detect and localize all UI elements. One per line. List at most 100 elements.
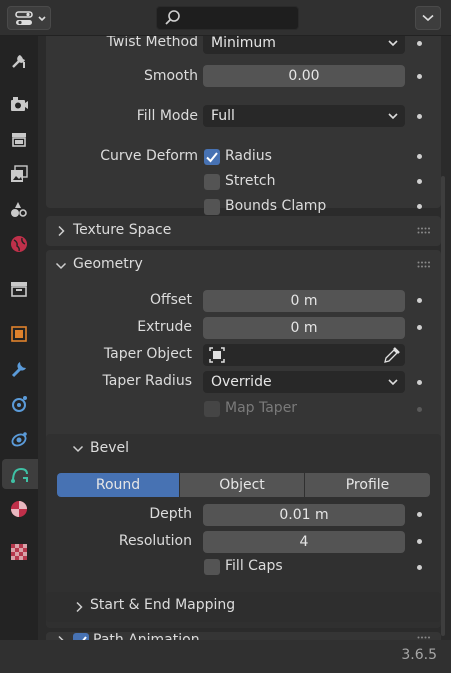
animate-dot[interactable] [417, 565, 422, 570]
depth-field[interactable]: 0.01 m [203, 504, 405, 526]
bevel-mode-object[interactable]: Object [180, 473, 304, 497]
taper-object-field[interactable] [203, 344, 405, 366]
bounds-clamp-label: Bounds Clamp [225, 198, 327, 214]
tab-collection[interactable] [4, 274, 34, 304]
properties-tab-bar [0, 36, 38, 640]
texture-space-panel[interactable]: Texture Space [46, 216, 441, 246]
editor-type-button[interactable] [7, 6, 51, 30]
chevron-right-icon [58, 225, 65, 237]
taper-object-label: Taper Object [103, 346, 192, 362]
bounds-clamp-checkbox[interactable] [204, 199, 220, 215]
geometry-title: Geometry [73, 256, 143, 272]
tab-object[interactable] [4, 319, 34, 349]
scene-icon [11, 202, 27, 217]
curve-deform-label: Curve Deform [100, 148, 198, 164]
particles-icon [12, 396, 27, 412]
tab-render[interactable] [4, 89, 34, 119]
check-icon [82, 636, 87, 640]
chevron-down-icon[interactable] [72, 444, 84, 454]
animate-dot[interactable] [417, 298, 422, 303]
world-icon [11, 236, 27, 252]
chevron-down-icon [388, 379, 398, 386]
radius-checkbox[interactable] [204, 149, 220, 165]
stretch-checkbox[interactable] [204, 174, 220, 190]
twist-method-value: Minimum [211, 36, 276, 51]
chevron-down-icon [388, 113, 398, 120]
animate-dot[interactable] [417, 325, 422, 330]
object-icon [209, 347, 225, 363]
collection-icon [11, 282, 27, 297]
texture-space-title: Texture Space [73, 222, 172, 238]
animate-dot[interactable] [417, 539, 422, 544]
version-label: 3.6.5 [401, 647, 437, 663]
chevron-right-icon [76, 601, 83, 613]
modifier-icon [11, 362, 26, 378]
extrude-field[interactable]: 0 m [203, 317, 405, 339]
tab-physics[interactable] [4, 424, 34, 454]
physics-icon [11, 432, 27, 447]
animate-dot[interactable] [417, 154, 422, 159]
chevron-down-icon[interactable] [55, 261, 67, 271]
animate-dot[interactable] [417, 41, 422, 46]
tab-world[interactable] [4, 229, 34, 259]
fill-mode-label: Fill Mode [136, 108, 198, 124]
tab-material[interactable] [4, 494, 34, 524]
check-icon [206, 152, 218, 163]
smooth-field[interactable]: 0.00 [203, 65, 405, 87]
path-animation-panel[interactable]: Path Animation [46, 632, 441, 640]
view-layer-icon [11, 165, 28, 182]
taper-radius-value: Override [211, 374, 272, 390]
drag-handle-icon[interactable] [417, 261, 431, 269]
taper-radius-dropdown[interactable]: Override [203, 371, 405, 393]
tab-curve-data[interactable] [2, 459, 38, 489]
resolution-field[interactable]: 4 [203, 531, 405, 553]
animate-dot[interactable] [417, 380, 422, 385]
bevel-mode-profile[interactable]: Profile [305, 473, 430, 497]
search-icon [165, 10, 180, 25]
object-icon [11, 326, 27, 342]
animate-dot[interactable] [417, 179, 422, 184]
properties-content: Twist Method Minimum Smooth 0.00 Fill Mo… [38, 36, 451, 640]
search-input[interactable] [156, 6, 299, 30]
eyedropper-icon[interactable] [383, 346, 401, 364]
fill-mode-dropdown[interactable]: Full [203, 105, 405, 127]
options-dropdown-button[interactable] [415, 6, 441, 30]
animate-dot[interactable] [417, 407, 422, 412]
tab-scene[interactable] [4, 194, 34, 224]
animate-dot[interactable] [417, 512, 422, 517]
tab-texture[interactable] [4, 537, 34, 567]
fill-caps-label: Fill Caps [225, 558, 283, 574]
animate-dot[interactable] [417, 74, 422, 79]
resolution-label: Resolution [118, 533, 192, 549]
scrollbar[interactable] [441, 176, 445, 636]
texture-icon [11, 544, 27, 560]
radius-label: Radius [225, 148, 272, 164]
path-animation-checkbox[interactable] [73, 633, 89, 640]
map-taper-checkbox[interactable] [204, 401, 220, 417]
twist-method-dropdown[interactable]: Minimum [203, 36, 405, 54]
tab-view-layer[interactable] [4, 159, 34, 189]
fill-mode-value: Full [211, 108, 235, 124]
drag-handle-icon[interactable] [417, 227, 431, 235]
tab-tool[interactable] [4, 46, 34, 76]
geometry-panel: Geometry Offset 0 m Extrude 0 m Taper Ob… [46, 250, 441, 628]
extrude-label: Extrude [137, 319, 192, 335]
output-icon [12, 133, 26, 147]
bevel-title: Bevel [90, 440, 130, 456]
chevron-down-icon [388, 40, 398, 47]
start-end-mapping-panel[interactable]: Start & End Mapping [46, 592, 441, 622]
tab-output[interactable] [4, 124, 34, 154]
bevel-mode-round[interactable]: Round [57, 473, 179, 497]
depth-label: Depth [149, 506, 192, 522]
fill-caps-checkbox[interactable] [204, 559, 220, 575]
tab-modifier[interactable] [4, 354, 34, 384]
status-bar: 3.6.5 [0, 640, 451, 673]
tab-particles[interactable] [4, 389, 34, 419]
twist-method-label: Twist Method [106, 36, 198, 50]
path-animation-title: Path Animation [93, 632, 200, 640]
animate-dot[interactable] [417, 204, 422, 209]
offset-label: Offset [149, 292, 192, 308]
animate-dot[interactable] [417, 114, 422, 119]
offset-field[interactable]: 0 m [203, 290, 405, 312]
properties-header [0, 0, 451, 36]
